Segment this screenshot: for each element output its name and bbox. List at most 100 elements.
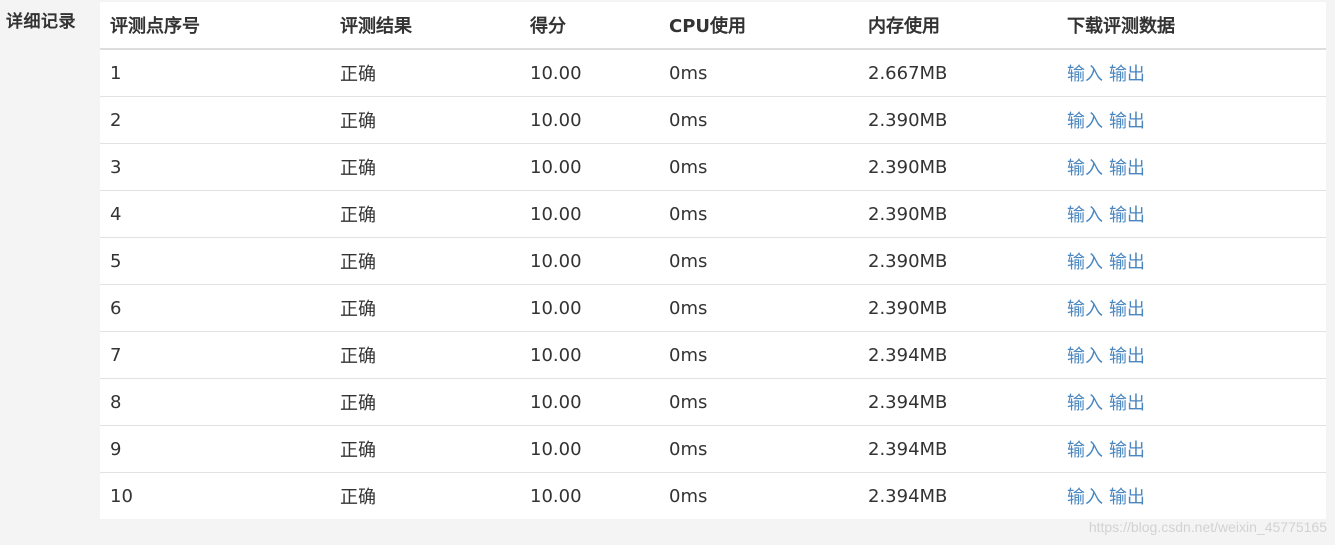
table-row: 6 正确 10.00 0ms 2.390MB 输入 输出	[100, 284, 1326, 332]
cell-result: 正确	[330, 190, 520, 238]
cell-score: 10.00	[520, 143, 659, 191]
cell-download: 输入 输出	[1057, 378, 1326, 426]
cell-memory: 2.390MB	[858, 284, 1057, 332]
table-row: 4 正确 10.00 0ms 2.390MB 输入 输出	[100, 190, 1326, 238]
table-body: 1 正确 10.00 0ms 2.667MB 输入 输出 2 正确 10.00 0ms 2.390MB…	[100, 49, 1326, 519]
header-test-index: 评测点序号	[100, 2, 330, 50]
download-input-link[interactable]: 输入	[1067, 299, 1103, 320]
download-output-link[interactable]: 输出	[1109, 205, 1145, 226]
cell-index: 7	[100, 331, 330, 379]
cell-result: 正确	[330, 237, 520, 285]
cell-index: 5	[100, 237, 330, 285]
download-input-link[interactable]: 输入	[1067, 346, 1103, 367]
table-row: 3 正确 10.00 0ms 2.390MB 输入 输出	[100, 143, 1326, 191]
cell-memory: 2.390MB	[858, 96, 1057, 144]
cell-memory: 2.390MB	[858, 143, 1057, 191]
table-header-row: 评测点序号 评测结果 得分 CPU使用 内存使用 下载评测数据	[100, 2, 1326, 50]
cell-index: 4	[100, 190, 330, 238]
download-output-link[interactable]: 输出	[1109, 158, 1145, 179]
cell-index: 2	[100, 96, 330, 144]
records-panel: 评测点序号 评测结果 得分 CPU使用 内存使用 下载评测数据 1 正确 10.00…	[100, 2, 1326, 519]
cell-memory: 2.667MB	[858, 49, 1057, 97]
cell-download: 输入 输出	[1057, 96, 1326, 144]
cell-result: 正确	[330, 284, 520, 332]
cell-memory: 2.390MB	[858, 190, 1057, 238]
cell-score: 10.00	[520, 378, 659, 426]
cell-memory: 2.394MB	[858, 378, 1057, 426]
cell-result: 正确	[330, 425, 520, 473]
cell-download: 输入 输出	[1057, 284, 1326, 332]
download-input-link[interactable]: 输入	[1067, 440, 1103, 461]
table-row: 9 正确 10.00 0ms 2.394MB 输入 输出	[100, 425, 1326, 473]
download-output-link[interactable]: 输出	[1109, 440, 1145, 461]
table-row: 7 正确 10.00 0ms 2.394MB 输入 输出	[100, 331, 1326, 379]
cell-cpu: 0ms	[669, 485, 708, 507]
cell-score: 10.00	[520, 96, 659, 144]
cell-cpu: 0ms	[659, 190, 858, 238]
cell-result: 正确	[330, 96, 520, 144]
cell-score: 10.00	[520, 284, 659, 332]
download-output-link[interactable]: 输出	[1109, 64, 1145, 85]
cell-cpu: 0ms	[659, 425, 858, 473]
cell-download: 输入 输出	[1057, 190, 1326, 238]
cell-cpu: 0ms	[659, 237, 858, 285]
table-row: 1 正确 10.00 0ms 2.667MB 输入 输出	[100, 49, 1326, 97]
cell-download: 输入 输出	[1057, 49, 1326, 97]
cell-index: 3	[100, 143, 330, 191]
cell-score: 10.00	[520, 49, 659, 97]
table-row: 5 正确 10.00 0ms 2.390MB 输入 输出	[100, 237, 1326, 285]
cell-download: 输入 输出	[1057, 237, 1326, 285]
header-score: 得分	[520, 2, 659, 50]
download-output-link[interactable]: 输出	[1109, 252, 1145, 273]
cell-score: 10.00	[520, 190, 659, 238]
records-table: 评测点序号 评测结果 得分 CPU使用 内存使用 下载评测数据 1 正确 10.00…	[100, 2, 1326, 519]
cell-memory: 2.394MB	[858, 425, 1057, 473]
cell-index: 8	[100, 378, 330, 426]
cell-download: 输入 输出	[1057, 143, 1326, 191]
header-download: 下载评测数据	[1057, 2, 1326, 50]
table-row: 2 正确 10.00 0ms 2.390MB 输入 输出	[100, 96, 1326, 144]
download-output-link[interactable]: 输出	[1109, 393, 1145, 414]
cell-score: 10.00	[520, 425, 659, 473]
download-output-link[interactable]: 输出	[1109, 346, 1145, 367]
cell-index: 1	[100, 49, 330, 97]
cell-download: 输入 输出	[1057, 425, 1326, 473]
download-input-link[interactable]: 输入	[1067, 252, 1103, 273]
download-output-link[interactable]: 输出	[1109, 111, 1145, 132]
download-input-link[interactable]: 输入	[1067, 111, 1103, 132]
cell-cpu: 0ms	[659, 378, 858, 426]
download-output-link[interactable]: 输出	[1109, 299, 1145, 320]
cell-result: 正确	[330, 49, 520, 97]
cell-cpu: 0ms	[659, 331, 858, 379]
cell-index: 9	[100, 425, 330, 473]
download-output-link[interactable]: 输出	[1109, 487, 1145, 508]
cell-download: 输入 输出	[1057, 473, 1326, 520]
cell-index: 6	[100, 284, 330, 332]
download-input-link[interactable]: 输入	[1067, 393, 1103, 414]
download-input-link[interactable]: 输入	[1067, 487, 1103, 508]
cell-cpu: 0ms	[659, 49, 858, 97]
table-row: 10 正确 10.00 0ms 2.394MB 输入 输出	[100, 473, 1326, 520]
download-input-link[interactable]: 输入	[1067, 205, 1103, 226]
cell-download: 输入 输出	[1057, 331, 1326, 379]
cell-result: 正确	[330, 331, 520, 379]
download-input-link[interactable]: 输入	[1067, 158, 1103, 179]
cell-result: 正确	[330, 143, 520, 191]
cell-cpu: 0ms	[659, 96, 858, 144]
cell-cpu: 0ms	[659, 143, 858, 191]
watermark: https://blog.csdn.net/weixin_45775165	[1088, 519, 1327, 535]
cell-result: 正确	[340, 487, 376, 508]
cell-memory: 2.394MB	[868, 485, 948, 507]
header-cpu: CPU使用	[659, 2, 858, 50]
cell-memory: 2.390MB	[858, 237, 1057, 285]
table-row: 8 正确 10.00 0ms 2.394MB 输入 输出	[100, 378, 1326, 426]
header-memory: 内存使用	[858, 2, 1057, 50]
cell-score: 10.00	[520, 237, 659, 285]
download-input-link[interactable]: 输入	[1067, 64, 1103, 85]
header-result: 评测结果	[330, 2, 520, 50]
cell-score: 10.00	[520, 331, 659, 379]
cell-result: 正确	[330, 378, 520, 426]
cell-score: 10.00	[530, 485, 582, 507]
cell-memory: 2.394MB	[858, 331, 1057, 379]
section-label: 详细记录	[6, 12, 76, 32]
